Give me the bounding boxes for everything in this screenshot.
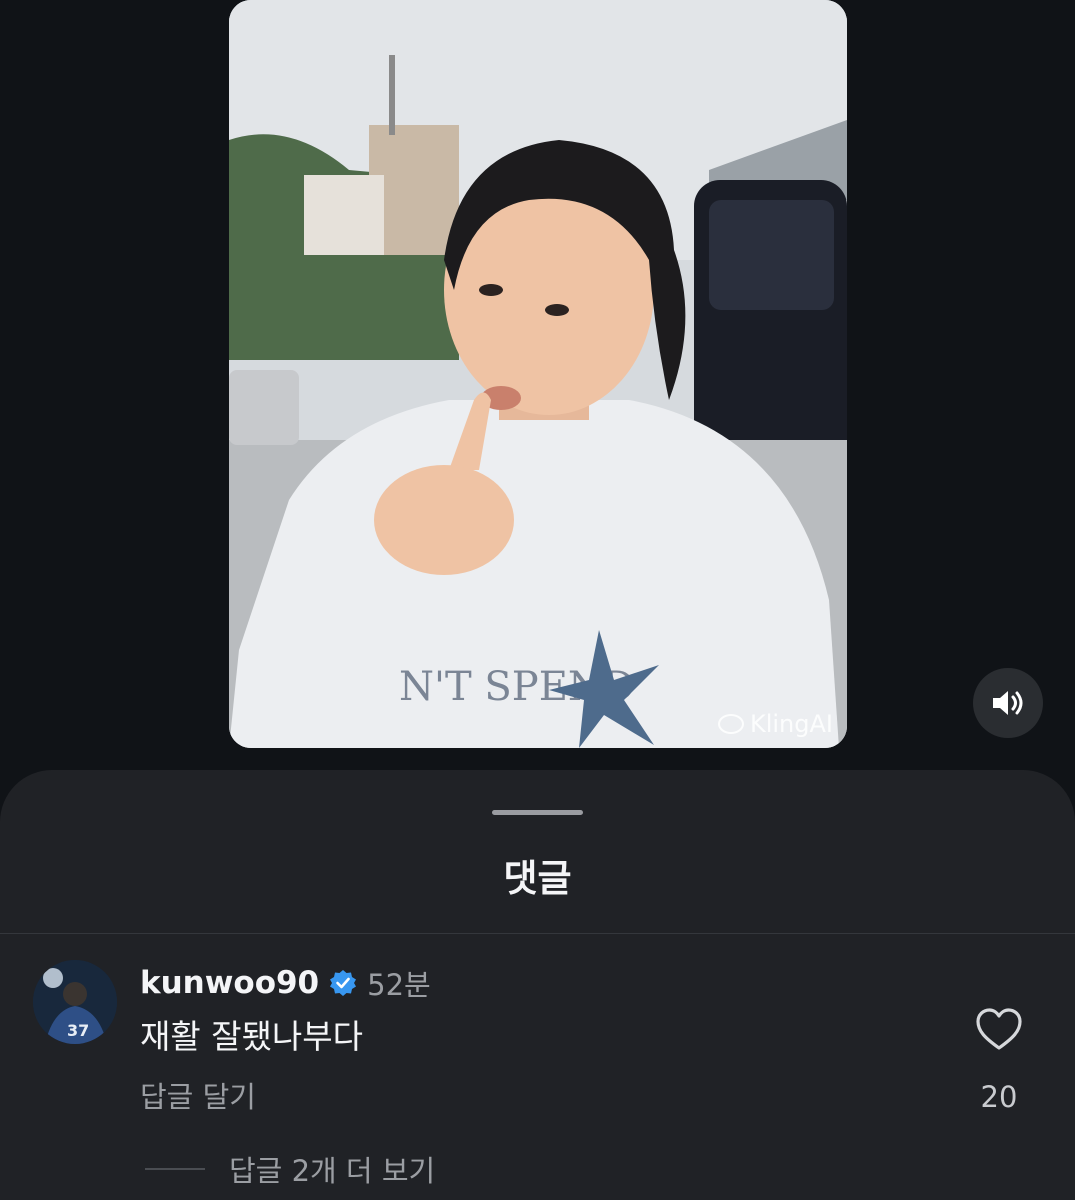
comment-text: 재활 잘됐나부다 xyxy=(140,1017,364,1056)
svg-text:37: 37 xyxy=(67,1021,89,1040)
video-frame-image: N'T SPEND xyxy=(229,0,847,748)
avatar[interactable]: 37 xyxy=(33,960,117,1044)
divider xyxy=(0,933,1075,934)
comment-time: 52분 xyxy=(367,968,431,1002)
view-more-replies-button[interactable]: 답글 2개 더 보기 xyxy=(145,1148,435,1190)
comment-username[interactable]: kunwoo90 xyxy=(140,965,319,1001)
video-player[interactable]: N'T SPEND KlingAI xyxy=(229,0,847,748)
like-count: 20 xyxy=(980,1080,1018,1114)
replies-line xyxy=(145,1168,205,1170)
view-replies-label: 답글 2개 더 보기 xyxy=(229,1154,436,1188)
sound-toggle-button[interactable] xyxy=(973,668,1043,738)
sheet-drag-handle[interactable] xyxy=(492,810,583,815)
reply-button[interactable]: 답글 달기 xyxy=(140,1074,256,1116)
heart-outline-icon[interactable] xyxy=(975,1007,1023,1051)
klingai-logo-icon xyxy=(717,714,744,734)
watermark-text: KlingAI xyxy=(749,710,833,738)
speaker-on-icon xyxy=(993,691,1023,715)
sheet-title: 댓글 xyxy=(503,857,572,900)
video-watermark: KlingAI xyxy=(717,710,833,738)
verified-badge-icon xyxy=(330,970,357,996)
comment-header: kunwoo90 52분 xyxy=(140,962,431,1004)
comments-sheet: 댓글 37 kunwoo90 52분 재활 잘됐나부다 답글 달기 20 답글 … xyxy=(0,770,1075,1200)
avatar-image: 37 xyxy=(33,960,117,1044)
